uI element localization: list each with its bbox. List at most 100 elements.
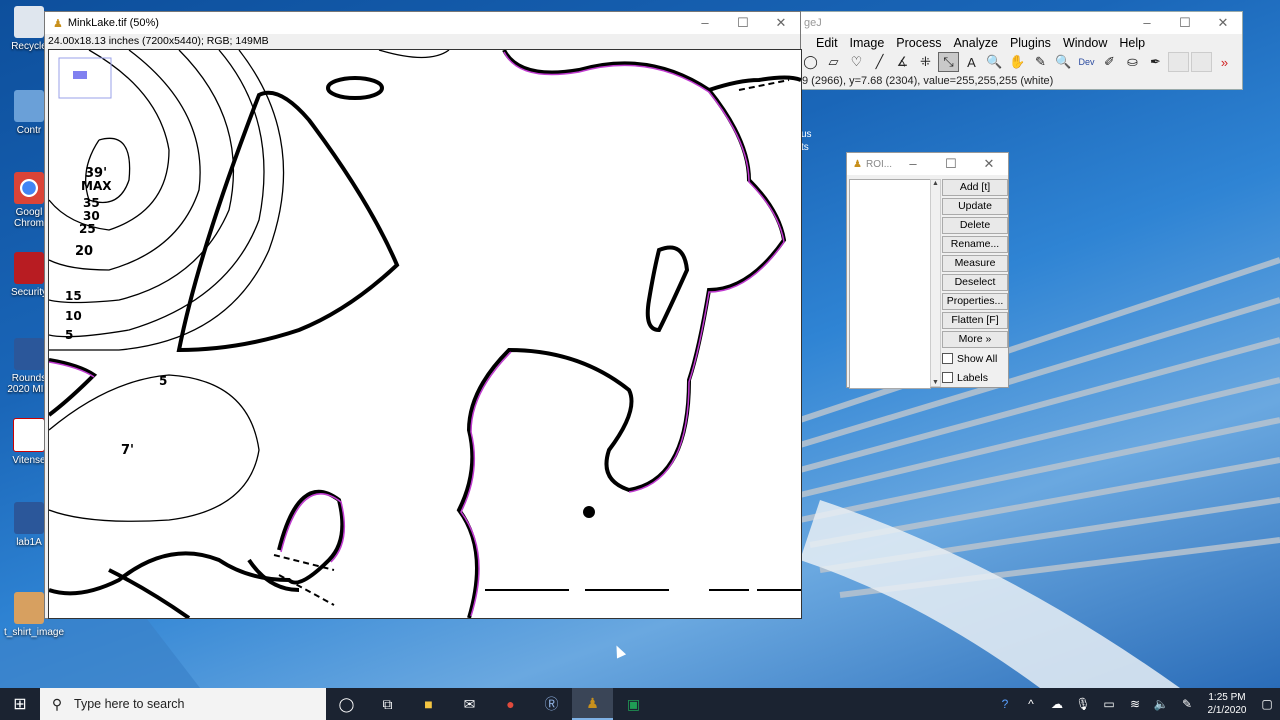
microphone-icon[interactable]: 🎙 (1070, 697, 1096, 711)
onedrive-cloud-icon[interactable]: ☁ (1044, 697, 1070, 711)
roi-manager-titlebar: ♟ ROI... – ☐ ✕ (847, 153, 1008, 175)
excel-icon: ▣ (626, 695, 641, 712)
map-label-7: 7' (121, 443, 134, 458)
security-app-icon (14, 252, 44, 284)
help-icon[interactable]: ? (992, 697, 1018, 711)
minimize-button[interactable]: – (686, 15, 724, 31)
map-label-35: 35 (83, 196, 100, 210)
roi-deselect-button[interactable]: Deselect (942, 274, 1008, 291)
roi-flatten-button[interactable]: Flatten [F] (942, 312, 1008, 329)
point-tool-icon[interactable]: ⁜ (915, 52, 936, 72)
roi-more-button[interactable]: More » (942, 331, 1008, 348)
r-app-icon: Ⓡ (544, 696, 559, 712)
close-button[interactable]: ✕ (762, 15, 800, 31)
image-canvas[interactable]: 39' MAX 35 30 25 20 15 10 5 5 7' (48, 49, 802, 619)
task-view-button[interactable]: ⧉ (367, 688, 408, 720)
maximize-button[interactable]: ☐ (724, 15, 762, 31)
roi-measure-button[interactable]: Measure (942, 255, 1008, 272)
volume-icon[interactable]: 🔈 (1148, 697, 1174, 711)
freehand-tool-icon[interactable]: ♡ (846, 52, 867, 72)
map-label-5a: 5 (65, 328, 73, 342)
polygon-tool-icon[interactable]: ▱ (823, 52, 844, 72)
control-panel-icon (14, 90, 44, 122)
imagej-titlebar: geJ – ☐ ✕ (796, 12, 1242, 34)
roi-update-button[interactable]: Update (942, 198, 1008, 215)
pencil-tool-icon[interactable]: ✒ (1145, 52, 1166, 72)
menu-window[interactable]: Window (1063, 36, 1107, 50)
blank-tool-slot-2[interactable] (1191, 52, 1212, 72)
line-tool-icon[interactable]: ╱ (869, 52, 890, 72)
magnifier-tool-icon[interactable]: 🔍 (984, 52, 1005, 72)
taskbar-clock[interactable]: 1:25 PM 2/1/2020 (1200, 691, 1254, 717)
show-hidden-icons-chevron-icon[interactable]: ^ (1018, 697, 1044, 711)
desktop-icon-label: Recycle (11, 41, 47, 52)
file-explorer-button[interactable]: ■ (408, 688, 449, 720)
developer-menu-icon[interactable]: Dev (1076, 52, 1097, 72)
more-tools-icon[interactable]: » (1214, 52, 1235, 72)
imagej-menubar: Edit Image Process Analyze Plugins Windo… (796, 34, 1242, 51)
menu-process[interactable]: Process (896, 36, 941, 50)
imagej-microscope-icon: ♟ (853, 158, 862, 170)
search-icon: ⚲ (51, 695, 63, 712)
blank-tool-slot[interactable] (1168, 52, 1189, 72)
excel-taskbar-button[interactable]: ▣ (613, 688, 654, 720)
oval-tool-icon[interactable]: ◯ (800, 52, 821, 72)
windows-logo-icon: ⊞ (13, 696, 27, 713)
checkbox-box[interactable] (942, 353, 953, 364)
checkbox-label: Labels (957, 371, 988, 384)
chrome-taskbar-button[interactable]: ● (490, 688, 531, 720)
minimize-button[interactable]: – (894, 156, 932, 172)
close-button[interactable]: ✕ (970, 156, 1008, 172)
roi-list-scrollbar[interactable]: ▲ ▼ (930, 179, 941, 387)
flood-fill-tool-icon[interactable]: ⛀ (1122, 52, 1143, 72)
checkbox-box[interactable] (942, 372, 953, 383)
start-button[interactable]: ⊞ (0, 688, 40, 720)
scroll-down-icon[interactable]: ▼ (931, 379, 940, 386)
text-tool-icon[interactable]: A (961, 52, 982, 72)
menu-edit[interactable]: Edit (816, 36, 838, 50)
menu-plugins[interactable]: Plugins (1010, 36, 1051, 50)
hand-tool-icon[interactable]: ✋ (1007, 52, 1028, 72)
chrome-icon: ● (506, 696, 515, 712)
zoom-tool-icon[interactable]: 🔍 (1053, 52, 1074, 72)
map-label-25: 25 (79, 222, 96, 236)
maximize-button[interactable]: ☐ (932, 156, 970, 172)
folder-icon: ■ (424, 696, 433, 712)
r-taskbar-button[interactable]: Ⓡ (531, 688, 572, 720)
pen-ink-icon[interactable]: ✎ (1174, 697, 1200, 711)
taskbar-search-box[interactable]: ⚲ Type here to search (40, 688, 326, 720)
roi-list[interactable] (849, 179, 931, 389)
roi-manager-title: ROI... (865, 158, 893, 170)
roi-delete-button[interactable]: Delete (942, 217, 1008, 234)
imagej-title: geJ (804, 17, 822, 29)
roi-rename-button[interactable]: Rename... (942, 236, 1008, 253)
color-picker-tool-icon[interactable]: ✎ (1030, 52, 1051, 72)
map-label-10: 10 (65, 309, 82, 323)
menu-analyze[interactable]: Analyze (953, 36, 997, 50)
minimize-button[interactable]: – (1128, 15, 1166, 31)
show-all-checkbox[interactable]: Show All (942, 350, 1008, 367)
mail-button[interactable]: ✉ (449, 688, 490, 720)
cortana-button[interactable]: ◯ (326, 688, 367, 720)
bathymetric-map: 39' MAX 35 30 25 20 15 10 5 5 7' (49, 50, 801, 618)
notifications-icon[interactable]: ▢ (1254, 697, 1280, 711)
close-button[interactable]: ✕ (1204, 15, 1242, 31)
brush-tool-icon[interactable]: ✐ (1099, 52, 1120, 72)
angle-tool-icon[interactable]: ∡ (892, 52, 913, 72)
wifi-icon[interactable]: ≋ (1122, 697, 1148, 711)
menu-image[interactable]: Image (850, 36, 885, 50)
word-doc-icon (14, 338, 44, 370)
wand-tool-icon[interactable]: ⤡ (938, 52, 959, 72)
desktop-icon-label: t_shirt_image (4, 627, 65, 638)
scroll-up-icon[interactable]: ▲ (931, 180, 940, 187)
roi-add-button[interactable]: Add [t] (942, 179, 1008, 196)
maximize-button[interactable]: ☐ (1166, 15, 1204, 31)
labels-checkbox[interactable]: Labels (942, 369, 1008, 386)
mail-icon: ✉ (463, 695, 476, 712)
roi-properties-button[interactable]: Properties... (942, 293, 1008, 310)
map-label-15: 15 (65, 289, 82, 303)
battery-icon[interactable]: ▭ (1096, 697, 1122, 711)
menu-help[interactable]: Help (1119, 36, 1145, 50)
imagej-taskbar-button[interactable]: ♟ (572, 688, 613, 720)
word-doc-2-icon (14, 502, 44, 534)
